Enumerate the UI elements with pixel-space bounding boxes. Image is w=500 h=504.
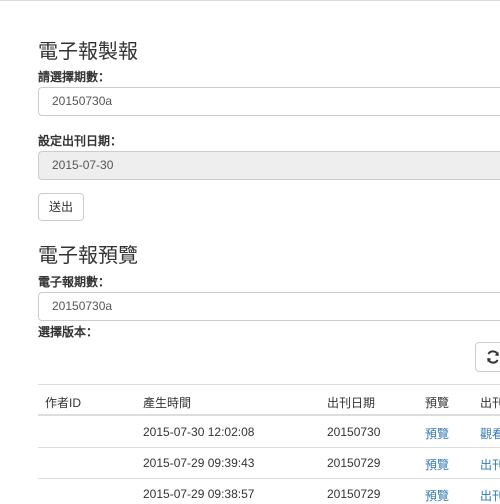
table-row-divider xyxy=(38,447,500,448)
table-cell-publish-date: 20150729 xyxy=(327,456,381,470)
preview-issue-select[interactable]: 20150730a xyxy=(38,292,500,321)
table-cell-publish-date: 20150730 xyxy=(327,425,381,439)
refresh-button[interactable] xyxy=(475,342,500,372)
table-header-divider xyxy=(38,414,500,416)
column-header-preview: 預覽 xyxy=(425,396,450,410)
submit-button[interactable]: 送出 xyxy=(38,193,84,221)
table-cell-created: 2015-07-30 12:02:08 xyxy=(143,425,255,439)
publish-date-field: 2015-07-30 xyxy=(38,151,500,180)
view-link[interactable]: 觀看 xyxy=(480,425,500,442)
preview-link[interactable]: 預覽 xyxy=(425,487,449,504)
column-header-created: 產生時間 xyxy=(143,396,192,410)
top-divider xyxy=(0,0,500,1)
column-header-publish: 出刊 xyxy=(480,396,500,410)
table-row-divider xyxy=(38,478,500,479)
preview-issue-label: 電子報期數： xyxy=(38,275,111,289)
version-label: 選擇版本： xyxy=(38,325,99,339)
table-top-border xyxy=(38,384,500,385)
table-cell-created: 2015-07-29 09:39:43 xyxy=(143,456,255,470)
publish-link[interactable]: 出刊 xyxy=(480,456,500,473)
column-header-author: 作者ID xyxy=(45,396,82,410)
table-cell-publish-date: 20150729 xyxy=(327,487,381,501)
issue-select-label: 請選擇期數： xyxy=(38,70,111,84)
publish-link[interactable]: 出刊 xyxy=(480,487,500,504)
refresh-icon xyxy=(485,349,500,365)
produce-heading: 電子報製報 xyxy=(38,39,138,63)
column-header-publish-date: 出刊日期 xyxy=(327,396,376,410)
issue-select[interactable]: 20150730a xyxy=(38,87,500,116)
preview-link[interactable]: 預覽 xyxy=(425,456,449,473)
preview-link[interactable]: 預覽 xyxy=(425,425,449,442)
publish-date-label: 設定出刊日期： xyxy=(38,134,123,148)
table-cell-created: 2015-07-29 09:38:57 xyxy=(143,487,255,501)
preview-heading: 電子報預覽 xyxy=(38,243,138,267)
